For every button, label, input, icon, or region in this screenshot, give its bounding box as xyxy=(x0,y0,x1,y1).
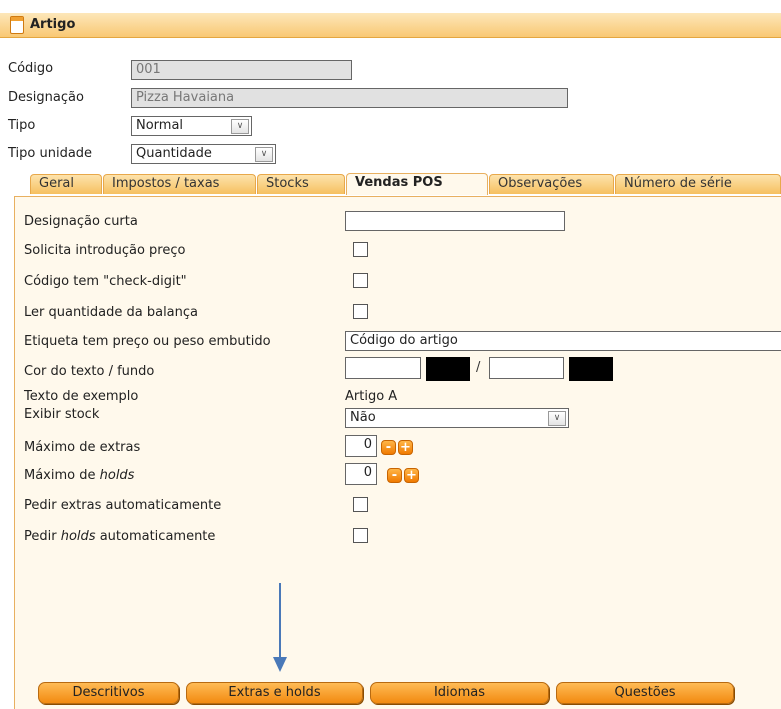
etiqueta-label: Etiqueta tem preço ou peso embutido xyxy=(24,334,271,349)
descritivos-button[interactable]: Descritivos xyxy=(38,682,179,704)
tab-numero-serie[interactable]: Número de série xyxy=(615,174,781,194)
text-color-input[interactable] xyxy=(345,357,421,379)
plus-icon[interactable]: + xyxy=(398,440,413,455)
tipo-select[interactable]: Normal ∨ xyxy=(131,116,252,136)
solicita-preco-checkbox[interactable] xyxy=(353,242,368,257)
check-digit-checkbox[interactable] xyxy=(353,273,368,288)
tipo-unidade-select-value: Quantidade xyxy=(136,146,212,161)
texto-exemplo-value: Artigo A xyxy=(345,389,398,404)
pedir-holds-label-prefix: Pedir xyxy=(24,529,61,544)
tab-bar: Geral Impostos / taxas Stocks Vendas POS… xyxy=(30,173,781,196)
tipo-label: Tipo xyxy=(8,118,36,133)
tab-vendas-pos[interactable]: Vendas POS xyxy=(346,173,488,195)
text-color-swatch[interactable] xyxy=(426,357,470,381)
max-extras-input[interactable]: 0 xyxy=(345,435,377,457)
exibir-stock-value: Não xyxy=(350,410,376,425)
exibir-stock-label: Exibir stock xyxy=(24,407,100,422)
pedir-holds-label-suffix: automaticamente xyxy=(95,529,216,544)
codigo-label: Código xyxy=(8,61,54,76)
chevron-down-icon[interactable]: ∨ xyxy=(255,147,273,162)
max-holds-label-em: holds xyxy=(99,468,135,483)
tab-observacoes[interactable]: Observações xyxy=(489,174,614,194)
window-header: Artigo xyxy=(0,13,781,38)
exibir-stock-select[interactable]: Não ∨ xyxy=(345,408,569,428)
pedir-extras-label: Pedir extras automaticamente xyxy=(24,498,222,513)
designacao-label: Designação xyxy=(8,90,84,105)
bg-color-input[interactable] xyxy=(489,357,564,379)
max-holds-label: Máximo de holds xyxy=(24,468,134,483)
chevron-down-icon[interactable]: ∨ xyxy=(231,119,249,134)
designacao-curta-input[interactable] xyxy=(345,211,565,231)
bg-color-swatch[interactable] xyxy=(569,357,613,381)
questoes-button[interactable]: Questões xyxy=(556,682,734,704)
window-title: Artigo xyxy=(30,17,76,32)
pedir-holds-label: Pedir holds automaticamente xyxy=(24,529,215,544)
annotation-arrow-line xyxy=(279,583,281,659)
pedir-holds-label-em: holds xyxy=(60,529,96,544)
minus-icon[interactable]: - xyxy=(387,468,402,483)
designacao-curta-label: Designação curta xyxy=(24,214,138,229)
extras-holds-button[interactable]: Extras e holds xyxy=(186,682,363,704)
ler-balanca-label: Ler quantidade da balança xyxy=(24,305,198,320)
plus-icon[interactable]: + xyxy=(404,468,419,483)
max-holds-label-prefix: Máximo de xyxy=(24,468,100,483)
tab-impostos-taxas[interactable]: Impostos / taxas xyxy=(103,174,256,194)
pedir-holds-checkbox[interactable] xyxy=(353,528,368,543)
ler-balanca-checkbox[interactable] xyxy=(353,304,368,319)
tipo-select-value: Normal xyxy=(136,118,184,133)
tipo-unidade-label: Tipo unidade xyxy=(8,146,93,161)
chevron-down-icon[interactable]: ∨ xyxy=(548,411,566,426)
color-separator: / xyxy=(476,360,481,375)
tipo-unidade-select[interactable]: Quantidade ∨ xyxy=(131,144,276,164)
document-icon xyxy=(10,16,24,34)
check-digit-label: Código tem "check-digit" xyxy=(24,274,187,289)
tab-geral[interactable]: Geral xyxy=(30,174,102,194)
cor-label: Cor do texto / fundo xyxy=(24,364,155,379)
etiqueta-select[interactable]: Código do artigo xyxy=(345,331,781,351)
arrow-down-icon xyxy=(273,657,287,672)
texto-exemplo-label: Texto de exemplo xyxy=(24,389,139,404)
max-holds-input[interactable]: 0 xyxy=(345,463,377,485)
solicita-preco-label: Solicita introdução preço xyxy=(24,243,186,258)
max-extras-label: Máximo de extras xyxy=(24,440,141,455)
pedir-extras-checkbox[interactable] xyxy=(353,497,368,512)
designacao-field[interactable]: Pizza Havaiana xyxy=(131,88,568,108)
codigo-field[interactable]: 001 xyxy=(131,60,352,80)
minus-icon[interactable]: - xyxy=(381,440,396,455)
tab-stocks[interactable]: Stocks xyxy=(257,174,345,194)
idiomas-button[interactable]: Idiomas xyxy=(370,682,549,704)
